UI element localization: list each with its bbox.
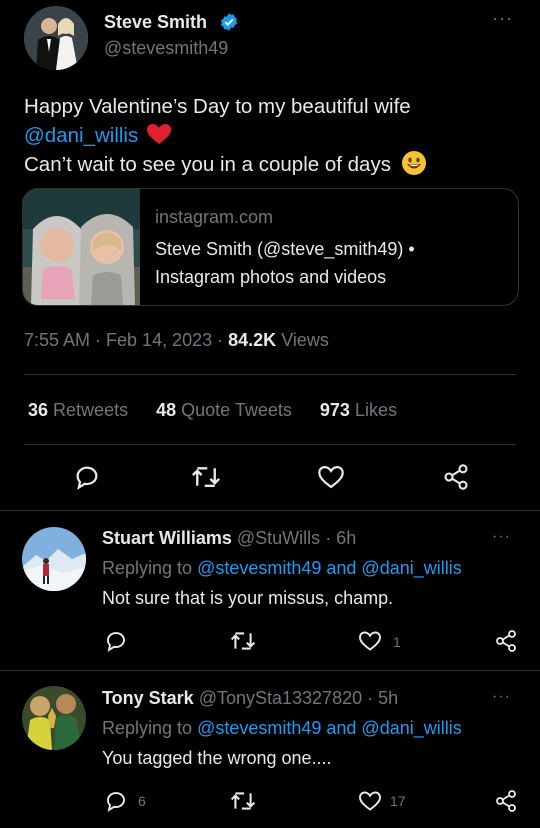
tweet-stats: 36 Retweets 48 Quote Tweets 973 Likes bbox=[28, 400, 397, 421]
more-icon[interactable]: ··· bbox=[492, 688, 511, 706]
retweets-stat[interactable]: 36 Retweets bbox=[28, 400, 128, 420]
more-icon[interactable]: ··· bbox=[492, 528, 511, 546]
reply-icon[interactable] bbox=[104, 629, 128, 653]
tweet-timestamp: 7:55 AM · Feb 14, 2023 · 84.2K Views bbox=[24, 330, 329, 351]
replying-to-prefix: Replying to bbox=[102, 558, 193, 578]
tweet-text-line3-text: Can’t wait to see you in a couple of day… bbox=[24, 153, 391, 176]
replying-to: Replying to @stevesmith49 and @dani_will… bbox=[102, 558, 462, 579]
divider bbox=[24, 444, 516, 445]
link-card-domain: instagram.com bbox=[155, 207, 274, 227]
views-count: 84.2K bbox=[228, 330, 277, 350]
tweet-text-line1: Happy Valentine’s Day to my beautiful wi… bbox=[24, 95, 411, 118]
divider bbox=[0, 510, 540, 511]
reply-header: Stuart Williams @StuWills · 6h bbox=[102, 528, 356, 549]
author-handle[interactable]: @stevesmith49 bbox=[104, 38, 228, 59]
reply-icon[interactable] bbox=[73, 463, 101, 491]
reply-avatar[interactable] bbox=[22, 686, 86, 750]
link-card-title-line2: Instagram photos and videos bbox=[155, 267, 387, 287]
tweet-text-line3: Can’t wait to see you in a couple of day… bbox=[24, 150, 524, 179]
reply-icon[interactable] bbox=[104, 789, 128, 813]
share-icon[interactable] bbox=[494, 789, 518, 813]
views-label: Views bbox=[281, 330, 329, 350]
link-card[interactable]: instagram.com Steve Smith (@steve_smith4… bbox=[22, 188, 519, 306]
replying-to-link[interactable]: @stevesmith49 and @dani_willis bbox=[197, 558, 462, 578]
divider bbox=[24, 374, 516, 375]
retweet-icon[interactable] bbox=[230, 789, 256, 813]
reply-text: You tagged the wrong one.... bbox=[102, 748, 332, 768]
retweet-icon[interactable] bbox=[230, 629, 256, 653]
likes-stat[interactable]: 973 Likes bbox=[320, 400, 397, 420]
more-icon[interactable]: ··· bbox=[492, 8, 513, 29]
replying-to-link[interactable]: @stevesmith49 and @dani_willis bbox=[197, 718, 462, 738]
replying-to-prefix: Replying to bbox=[102, 718, 193, 738]
like-icon[interactable] bbox=[358, 789, 382, 813]
reply-header: Tony Stark @TonySta13327820 · 5h bbox=[102, 688, 398, 709]
share-icon[interactable] bbox=[442, 463, 470, 491]
reply-author-name[interactable]: Stuart Williams bbox=[102, 528, 232, 548]
replying-to: Replying to @stevesmith49 and @dani_will… bbox=[102, 718, 462, 739]
grinning-emoji-icon bbox=[401, 150, 427, 176]
link-card-title-line1: Steve Smith (@steve_smith49) • bbox=[155, 239, 415, 259]
reply-text: Not sure that is your missus, champ. bbox=[102, 588, 394, 608]
quote-tweets-stat[interactable]: 48 Quote Tweets bbox=[156, 400, 292, 420]
reply-author-name[interactable]: Tony Stark bbox=[102, 688, 194, 708]
like-count: 17 bbox=[390, 793, 406, 809]
divider bbox=[0, 670, 540, 671]
link-card-image bbox=[23, 189, 140, 305]
author-name[interactable]: Steve Smith bbox=[104, 12, 207, 33]
reply-author-handle[interactable]: @StuWills bbox=[237, 528, 320, 548]
reply-count: 6 bbox=[138, 793, 146, 809]
like-icon[interactable] bbox=[358, 629, 382, 653]
reply-author-handle[interactable]: @TonySta13327820 bbox=[199, 688, 362, 708]
reply-time[interactable]: · 6h bbox=[325, 528, 356, 548]
tweet-time[interactable]: 7:55 AM · Feb 14, 2023 · bbox=[24, 330, 223, 350]
tweet-text: Happy Valentine’s Day to my beautiful wi… bbox=[24, 92, 524, 179]
share-icon[interactable] bbox=[494, 629, 518, 653]
mention-link[interactable]: @dani_willis bbox=[24, 124, 138, 147]
link-card-title: Steve Smith (@steve_smith49) • Instagram… bbox=[155, 235, 415, 291]
reply-time[interactable]: · 5h bbox=[367, 688, 398, 708]
author-avatar[interactable] bbox=[24, 6, 88, 70]
tweet-text-line2: @dani_willis bbox=[24, 121, 524, 150]
retweet-icon[interactable] bbox=[191, 463, 221, 491]
heart-emoji-icon bbox=[146, 123, 172, 145]
like-count: 1 bbox=[393, 634, 401, 650]
reply-avatar[interactable] bbox=[22, 527, 86, 591]
like-icon[interactable] bbox=[317, 463, 345, 491]
verified-badge-icon bbox=[219, 12, 239, 32]
